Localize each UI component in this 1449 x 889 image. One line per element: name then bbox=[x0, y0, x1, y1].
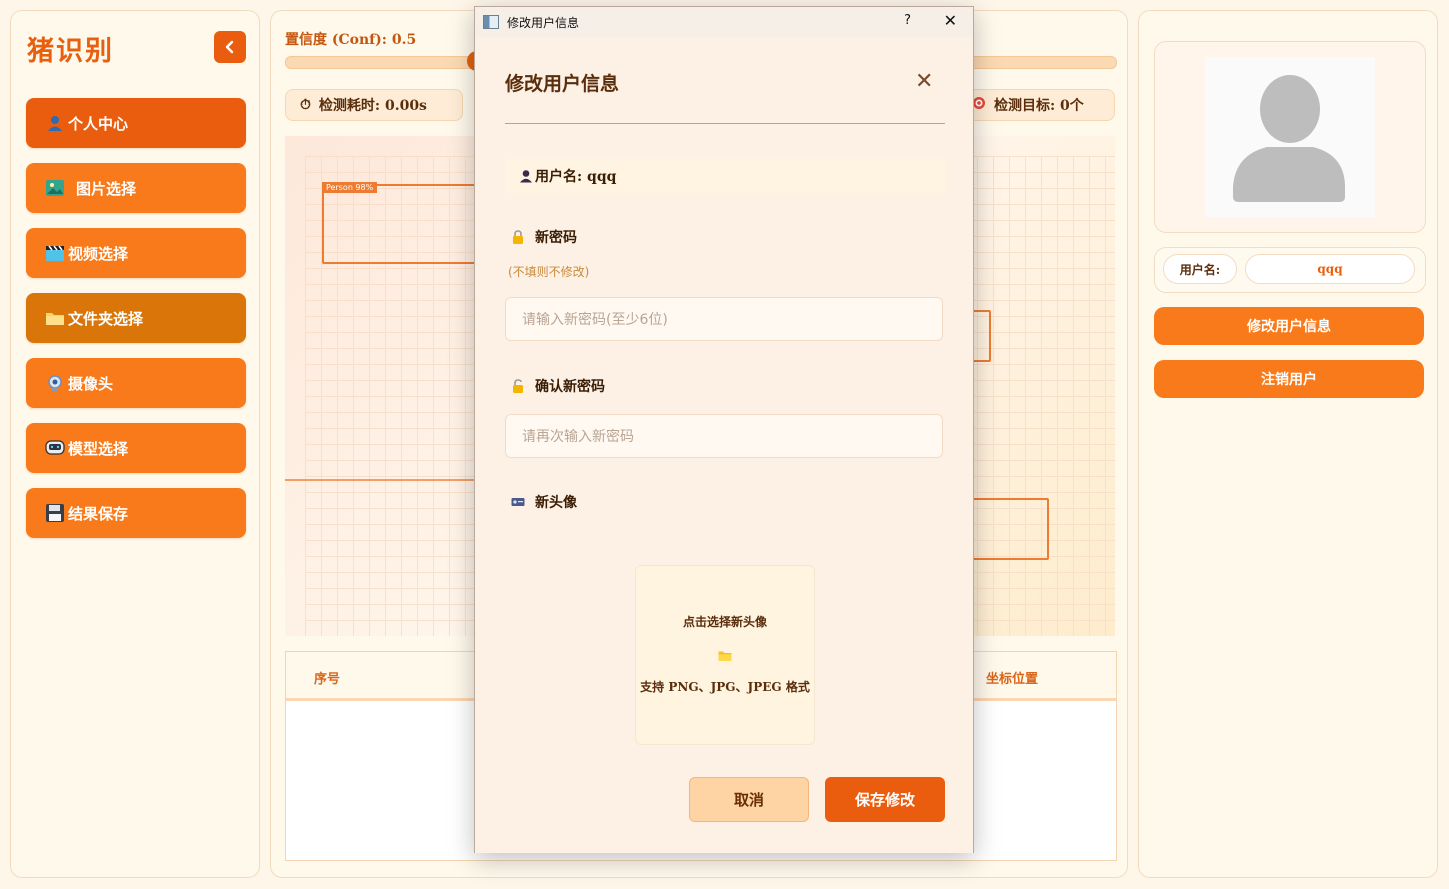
detection-targets-stat: 检测目标: 0个 bbox=[961, 89, 1115, 121]
detection-targets-text: 检测目标: 0个 bbox=[994, 98, 1084, 114]
dialog-titlebar[interactable]: 修改用户信息 ? ✕ bbox=[475, 7, 973, 37]
detection-time-stat: ⏱ 检测耗时: 0.00s bbox=[285, 89, 463, 121]
default-avatar-icon bbox=[1233, 75, 1345, 202]
dialog-body: 修改用户信息 ✕ 用户名: qqq 新密码 (不填则不修改) 请输入新密码(至少… bbox=[475, 37, 973, 853]
dialog-window-title: 修改用户信息 bbox=[507, 15, 580, 30]
sidebar-item-label: 文件夹选择 bbox=[68, 309, 144, 328]
username-value: qqq bbox=[1245, 254, 1415, 284]
confidence-label: 置信度 (Conf): 0.5 bbox=[285, 32, 417, 48]
app-title: 猪识别 bbox=[27, 36, 114, 67]
column-header-index: 序号 bbox=[314, 672, 341, 687]
confirm-password-label-text: 确认新密码 bbox=[535, 379, 605, 395]
heading-divider bbox=[505, 123, 945, 124]
new-avatar-label-text: 新头像 bbox=[535, 495, 577, 511]
floppy-icon bbox=[44, 503, 66, 523]
save-button[interactable]: 保存修改 bbox=[825, 777, 945, 822]
sidebar-item-label: 摄像头 bbox=[68, 374, 114, 393]
close-icon[interactable]: ✕ bbox=[915, 69, 933, 94]
column-header-coordinates: 坐标位置 bbox=[986, 672, 1039, 687]
unlock-icon bbox=[513, 379, 523, 393]
confirm-password-label: 确认新密码 bbox=[511, 376, 605, 396]
upload-formats: 支持 PNG、JPG、JPEG 格式 bbox=[640, 680, 810, 694]
target-icon bbox=[972, 96, 986, 114]
new-password-label: 新密码 bbox=[511, 227, 577, 247]
sidebar-item-label: 结果保存 bbox=[68, 504, 129, 523]
detection-box-edge bbox=[285, 479, 485, 481]
edit-user-dialog: 修改用户信息 ? ✕ 修改用户信息 ✕ 用户名: qqq 新密码 (不填则不修改… bbox=[474, 6, 974, 853]
clapperboard-icon bbox=[44, 243, 66, 263]
chevron-left-icon bbox=[225, 40, 234, 54]
detection-box bbox=[322, 184, 486, 264]
sidebar-item-folder[interactable]: 文件夹选择 bbox=[26, 293, 246, 343]
collapse-sidebar-button[interactable] bbox=[214, 31, 246, 63]
stopwatch-icon: ⏱ bbox=[300, 97, 311, 113]
cancel-button[interactable]: 取消 bbox=[689, 777, 809, 822]
sidebar-item-camera[interactable]: 摄像头 bbox=[26, 358, 246, 408]
logout-button[interactable]: 注销用户 bbox=[1154, 360, 1424, 398]
dialog-username-row: 用户名: qqq bbox=[505, 159, 945, 193]
upload-title: 点击选择新头像 bbox=[682, 615, 767, 629]
sidebar-item-label: 视频选择 bbox=[68, 244, 129, 263]
username-row: 用户名: qqq bbox=[1154, 247, 1426, 293]
confirm-password-input[interactable]: 请再次输入新密码 bbox=[505, 414, 943, 458]
sidebar-item-image[interactable]: 图片选择 bbox=[26, 163, 246, 213]
dialog-username-text: 用户名: qqq bbox=[535, 169, 617, 185]
sidebar-item-profile[interactable]: 个人中心 bbox=[26, 98, 246, 148]
avatar-card bbox=[1154, 41, 1426, 233]
user-icon bbox=[520, 170, 532, 183]
sidebar-item-model[interactable]: 模型选择 bbox=[26, 423, 246, 473]
model-icon bbox=[44, 438, 66, 458]
window-icon bbox=[483, 15, 499, 29]
help-button[interactable]: ? bbox=[904, 13, 911, 28]
sidebar-item-video[interactable]: 视频选择 bbox=[26, 228, 246, 278]
user-panel: 用户名: qqq 修改用户信息 注销用户 bbox=[1138, 10, 1438, 878]
edit-user-button[interactable]: 修改用户信息 bbox=[1154, 307, 1424, 345]
avatar bbox=[1205, 57, 1375, 217]
webcam-icon bbox=[44, 373, 66, 393]
user-icon bbox=[44, 113, 66, 133]
new-password-label-text: 新密码 bbox=[535, 230, 577, 246]
sidebar-item-save[interactable]: 结果保存 bbox=[26, 488, 246, 538]
window-close-button[interactable]: ✕ bbox=[944, 11, 957, 30]
sidebar-item-label: 模型选择 bbox=[68, 439, 129, 458]
username-label: 用户名: bbox=[1163, 254, 1237, 284]
sidebar-item-label: 图片选择 bbox=[76, 179, 137, 198]
sidebar-item-label: 个人中心 bbox=[68, 114, 129, 133]
new-password-input[interactable]: 请输入新密码(至少6位) bbox=[505, 297, 943, 341]
dialog-heading: 修改用户信息 bbox=[505, 73, 620, 95]
new-password-hint: (不填则不修改) bbox=[508, 265, 590, 279]
folder-icon bbox=[44, 308, 66, 328]
id-card-icon bbox=[511, 498, 525, 506]
folder-icon bbox=[718, 651, 732, 661]
avatar-upload-area[interactable]: 点击选择新头像 支持 PNG、JPG、JPEG 格式 bbox=[635, 565, 815, 745]
detection-tag: Person 98% bbox=[322, 182, 378, 193]
new-avatar-label: 新头像 bbox=[511, 492, 577, 512]
lock-icon bbox=[513, 230, 523, 244]
detection-time-text: 检测耗时: 0.00s bbox=[318, 98, 427, 114]
sidebar: 猪识别 个人中心 图片选择 视频选择 文件夹选择 摄像头 模型选择 结果保存 bbox=[10, 10, 260, 878]
image-icon bbox=[44, 178, 66, 198]
